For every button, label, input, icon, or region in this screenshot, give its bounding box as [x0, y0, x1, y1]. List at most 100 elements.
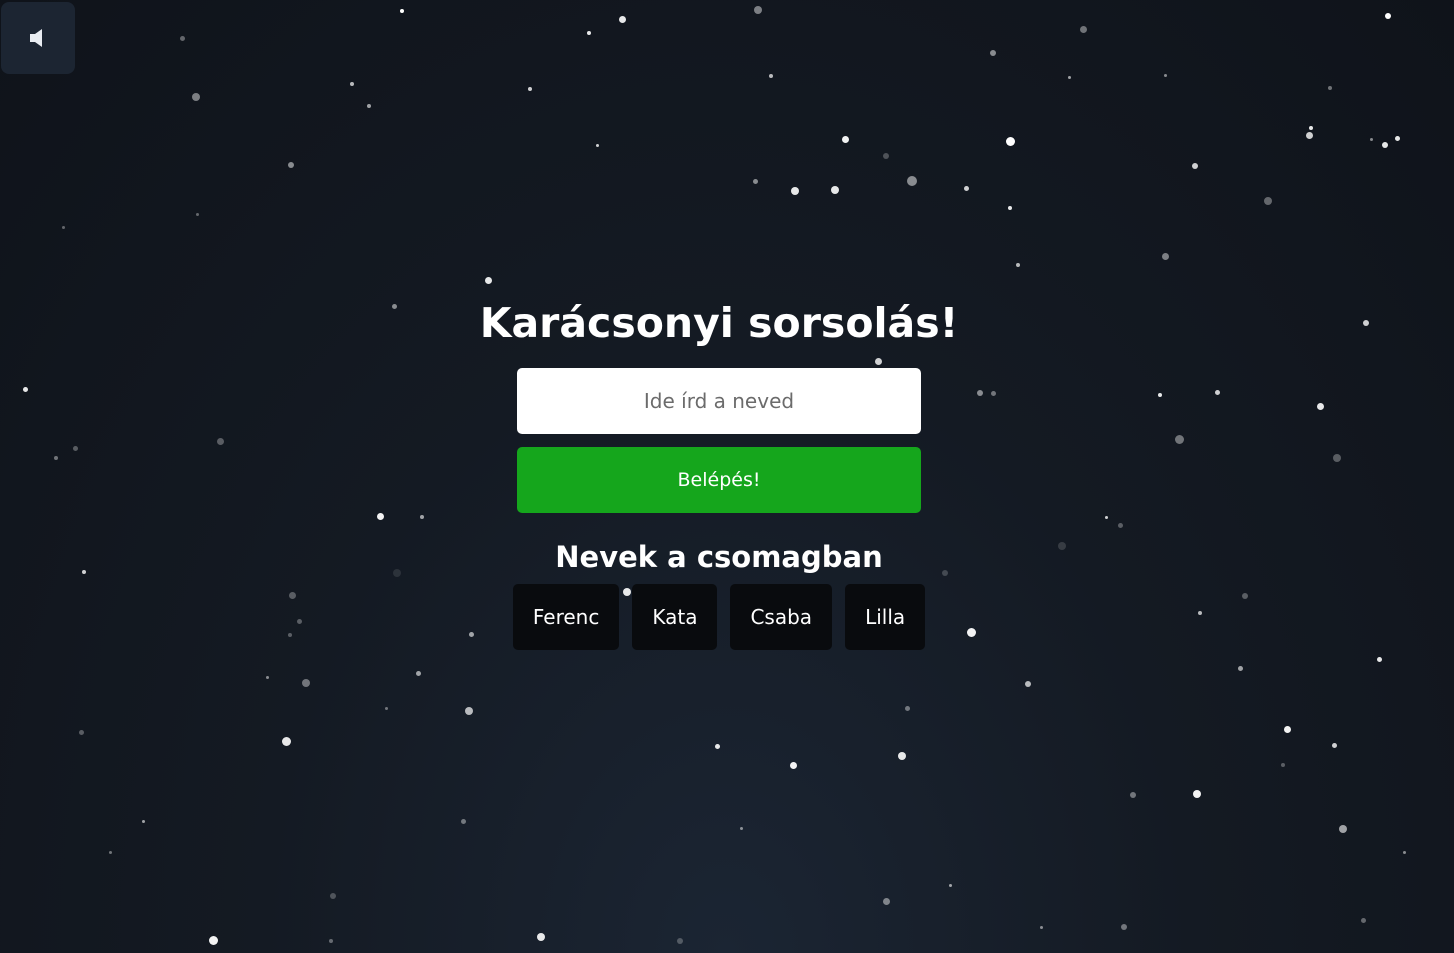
snowflake — [1198, 611, 1202, 615]
snowflake — [72, 445, 78, 451]
snowflake — [54, 456, 58, 460]
snowflake — [1039, 925, 1043, 929]
snowflake — [1121, 924, 1127, 930]
snowflake — [108, 850, 112, 854]
snowflake — [1360, 917, 1366, 923]
snowflake — [1117, 522, 1123, 528]
snowflake — [1385, 13, 1391, 19]
snowflake — [367, 104, 371, 108]
sound-toggle-button[interactable] — [1, 2, 75, 74]
snowflake — [587, 31, 591, 35]
snowflake — [141, 819, 145, 823]
snowflake — [288, 633, 292, 637]
snowflake — [281, 736, 291, 746]
snowflake — [1305, 131, 1313, 139]
snowflake — [1339, 825, 1347, 833]
snowflake — [791, 187, 799, 195]
name-chip: Csaba — [730, 584, 833, 650]
snowflake — [1079, 25, 1087, 33]
snowflake — [484, 276, 492, 284]
snowflake — [907, 176, 917, 186]
login-panel: Karácsonyi sorsolás! Belépés! Nevek a cs… — [480, 294, 958, 650]
snowflake — [179, 35, 185, 41]
snowflake — [1058, 542, 1066, 550]
snowflake — [1158, 393, 1162, 397]
snowflake — [1382, 142, 1388, 148]
snowflake — [465, 707, 473, 715]
snowflake — [1161, 252, 1169, 260]
snowflake — [898, 752, 906, 760]
snowflake — [948, 883, 952, 887]
snowflake — [990, 50, 996, 56]
snowflake — [296, 618, 302, 624]
name-chip: Ferenc — [512, 584, 620, 650]
snowflake — [329, 939, 333, 943]
snowflake — [302, 679, 310, 687]
snowflake — [966, 627, 976, 637]
snowflake — [1316, 402, 1324, 410]
snowflake — [1163, 73, 1167, 77]
snowflake — [1328, 86, 1332, 90]
snowflake — [391, 303, 397, 309]
snowflake — [618, 15, 626, 23]
page-title: Karácsonyi sorsolás! — [479, 299, 959, 347]
snowflake — [882, 897, 890, 905]
snowflake — [714, 743, 720, 749]
snowflake — [595, 143, 599, 147]
snowflake — [1369, 137, 1373, 141]
snowflake — [393, 569, 401, 577]
speaker-muted-icon — [28, 27, 48, 49]
snowflake — [1376, 656, 1382, 662]
snowflake — [1309, 126, 1313, 130]
snowflake — [1363, 320, 1369, 326]
snowflake — [415, 670, 421, 676]
snowflake — [904, 705, 910, 711]
snowflake — [1242, 593, 1248, 599]
snowflake — [754, 6, 762, 14]
snowflake — [420, 515, 424, 519]
snowflake — [1214, 389, 1220, 395]
snowflake — [350, 82, 354, 86]
snowflake — [376, 512, 384, 520]
snowflake — [1264, 197, 1272, 205]
snowflake — [942, 570, 948, 576]
name-input[interactable] — [517, 368, 921, 434]
snowflake — [78, 729, 84, 735]
snowflake — [265, 675, 269, 679]
snowflake — [1394, 135, 1400, 141]
enter-button[interactable]: Belépés! — [517, 447, 921, 513]
snowflake — [739, 826, 743, 830]
snowflake — [1067, 75, 1071, 79]
snowflake — [977, 390, 983, 396]
snowflake — [1104, 515, 1108, 519]
snowflake — [537, 933, 545, 941]
snowflake — [82, 570, 86, 574]
snowflake — [1331, 742, 1337, 748]
snowflake — [883, 153, 889, 159]
snowflake — [1008, 206, 1012, 210]
snowflake — [384, 706, 388, 710]
name-chip: Kata — [632, 584, 718, 650]
snowflake — [288, 162, 294, 168]
snowflake — [460, 818, 466, 824]
snowflake — [1025, 681, 1031, 687]
snowflake — [192, 93, 200, 101]
snowflake — [1283, 725, 1291, 733]
name-list: Ferenc Kata Csaba Lilla — [512, 584, 926, 650]
snowflake — [831, 186, 839, 194]
snowflake — [1192, 163, 1198, 169]
snowflake — [61, 225, 65, 229]
snowflake — [677, 938, 683, 944]
snowflake — [1005, 136, 1015, 146]
snowflake — [1174, 434, 1184, 444]
snowflake — [216, 437, 224, 445]
snowflake — [1402, 850, 1406, 854]
snowflake — [963, 185, 969, 191]
snowflake — [990, 390, 996, 396]
snowflake — [769, 74, 773, 78]
snowflake — [195, 212, 199, 216]
snowflake — [1281, 763, 1285, 767]
snowflake — [1333, 454, 1341, 462]
snowflake — [288, 591, 296, 599]
snowflake — [1237, 665, 1243, 671]
